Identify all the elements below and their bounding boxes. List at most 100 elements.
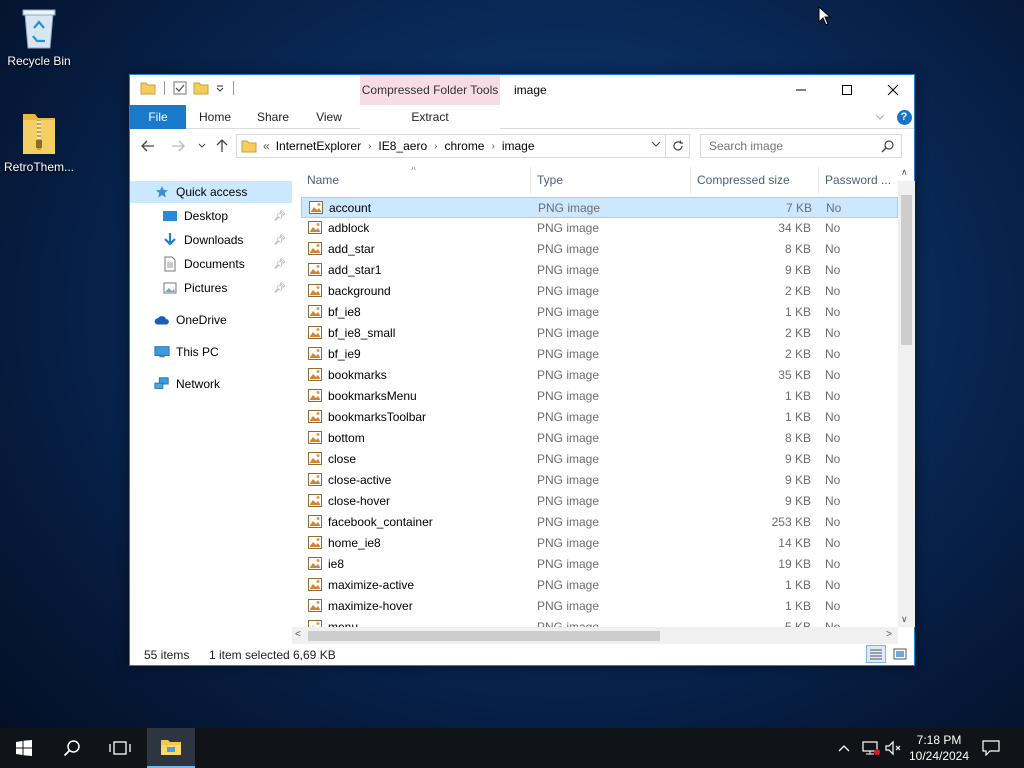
volume-tray-button[interactable] xyxy=(884,728,902,768)
nav-onedrive[interactable]: OneDrive xyxy=(130,309,292,331)
refresh-button[interactable] xyxy=(666,134,690,158)
retrotheme-zip-desktop-icon[interactable]: RetroThem... xyxy=(1,110,77,174)
tab-extract[interactable]: Extract xyxy=(360,105,500,129)
network-tray-button[interactable] xyxy=(862,728,880,768)
table-row[interactable]: bookmarksMenu PNG image 1 KB No xyxy=(301,386,898,407)
breadcrumb-internetexplorer[interactable]: InternetExplorer xyxy=(276,139,361,153)
nav-documents[interactable]: Documents 📌︎ xyxy=(130,253,292,275)
address-bar[interactable]: « InternetExplorer › IE8_aero › chrome ›… xyxy=(236,134,666,158)
nav-quick-access[interactable]: Quick access xyxy=(130,181,292,203)
table-row[interactable]: account PNG image 7 KB No xyxy=(301,197,898,218)
table-row[interactable]: bottom PNG image 8 KB No xyxy=(301,428,898,449)
scroll-left-icon[interactable]: < xyxy=(295,629,301,640)
vertical-scrollbar[interactable]: ∧ ∨ xyxy=(898,167,915,627)
minimize-button[interactable] xyxy=(778,75,824,105)
file-compressed-size: 19 KB xyxy=(778,557,811,571)
recycle-bin-desktop-icon[interactable]: Recycle Bin xyxy=(1,6,77,68)
table-row[interactable]: bookmarks PNG image 35 KB No xyxy=(301,365,898,386)
nav-pictures[interactable]: Pictures 📌︎ xyxy=(130,277,292,299)
up-button[interactable] xyxy=(212,136,232,156)
chevron-right-icon[interactable]: › xyxy=(434,141,437,152)
taskbar-clock[interactable]: 7:18 PM 10/24/2024 xyxy=(906,732,972,764)
tab-view[interactable]: View xyxy=(306,105,352,129)
table-row[interactable]: add_star PNG image 8 KB No xyxy=(301,239,898,260)
column-header-name[interactable]: ˄ Name xyxy=(301,167,531,193)
show-hidden-icons-button[interactable] xyxy=(838,728,850,768)
windows-logo-icon xyxy=(16,740,32,756)
table-row[interactable]: adblock PNG image 34 KB No xyxy=(301,218,898,239)
file-name: add_star xyxy=(328,242,375,256)
start-button[interactable] xyxy=(0,728,48,768)
address-dropdown-icon[interactable] xyxy=(651,139,661,149)
nav-this-pc[interactable]: This PC xyxy=(130,341,292,363)
file-rows: account PNG image 7 KB No adblock PNG image 34… xyxy=(301,197,901,627)
column-header-type[interactable]: Type xyxy=(531,167,691,193)
table-row[interactable]: ie8 PNG image 19 KB No xyxy=(301,554,898,575)
maximize-button[interactable] xyxy=(824,75,870,105)
table-row[interactable]: facebook_container PNG image 253 KB No xyxy=(301,512,898,533)
taskbar-search-button[interactable] xyxy=(48,728,96,768)
table-row[interactable]: home_ie8 PNG image 14 KB No xyxy=(301,533,898,554)
nav-desktop[interactable]: Desktop 📌︎ xyxy=(130,205,292,227)
pin-icon[interactable]: 📌︎ xyxy=(273,235,286,246)
column-label: Type xyxy=(537,173,564,187)
tab-share[interactable]: Share xyxy=(248,105,298,129)
scroll-thumb[interactable] xyxy=(308,631,660,641)
table-row[interactable]: bf_ie9 PNG image 2 KB No xyxy=(301,344,898,365)
scroll-up-icon[interactable]: ∧ xyxy=(901,167,908,178)
search-box[interactable] xyxy=(700,134,902,158)
scroll-right-icon[interactable]: > xyxy=(886,629,892,640)
file-compressed-size: 7 KB xyxy=(785,201,812,215)
file-password-protected: No xyxy=(825,578,841,592)
file-name: bf_ie9 xyxy=(328,347,361,361)
tab-file[interactable]: File xyxy=(130,105,186,129)
customize-qat-dropdown-icon[interactable] xyxy=(215,83,225,93)
details-view-button[interactable] xyxy=(866,645,886,663)
pin-icon[interactable]: 📌︎ xyxy=(273,283,286,294)
expand-ribbon-button[interactable] xyxy=(870,105,890,129)
help-button[interactable]: ? xyxy=(894,105,914,129)
new-folder-icon[interactable] xyxy=(193,81,209,95)
search-icon[interactable] xyxy=(881,139,895,153)
scroll-down-icon[interactable]: ∨ xyxy=(901,614,908,625)
back-button[interactable] xyxy=(138,136,158,156)
breadcrumb-ie8-aero[interactable]: IE8_aero xyxy=(378,139,427,153)
action-center-button[interactable] xyxy=(968,728,1014,768)
nav-network[interactable]: Network xyxy=(130,373,292,395)
table-row[interactable]: add_star1 PNG image 9 KB No xyxy=(301,260,898,281)
table-row[interactable]: maximize-hover PNG image 1 KB No xyxy=(301,596,898,617)
file-compressed-size: 253 KB xyxy=(771,515,811,529)
forward-button[interactable] xyxy=(168,136,188,156)
file-password-protected: No xyxy=(825,305,841,319)
table-row[interactable]: background PNG image 2 KB No xyxy=(301,281,898,302)
search-input[interactable] xyxy=(701,135,871,157)
column-header-password[interactable]: Password ... xyxy=(819,167,899,193)
nav-downloads[interactable]: Downloads 📌︎ xyxy=(130,229,292,251)
table-row[interactable]: maximize-active PNG image 1 KB No xyxy=(301,575,898,596)
chevron-right-icon[interactable]: › xyxy=(491,141,494,152)
large-icons-view-button[interactable] xyxy=(890,645,910,663)
close-button[interactable] xyxy=(870,75,916,105)
recent-locations-button[interactable] xyxy=(192,136,212,156)
table-row[interactable]: bf_ie8_small PNG image 2 KB No xyxy=(301,323,898,344)
pin-icon[interactable]: 📌︎ xyxy=(273,259,286,270)
table-row[interactable]: close PNG image 9 KB No xyxy=(301,449,898,470)
scroll-thumb[interactable] xyxy=(901,195,912,345)
chevron-right-icon[interactable]: › xyxy=(368,141,371,152)
task-view-button[interactable] xyxy=(96,728,144,768)
table-row[interactable]: close-hover PNG image 9 KB No xyxy=(301,491,898,512)
file-name: bookmarks xyxy=(328,368,387,382)
breadcrumb-image[interactable]: image xyxy=(502,139,535,153)
table-row[interactable]: close-active PNG image 9 KB No xyxy=(301,470,898,491)
properties-check-icon[interactable] xyxy=(173,81,187,95)
tab-home[interactable]: Home xyxy=(190,105,240,129)
breadcrumb-overflow[interactable]: « xyxy=(263,139,270,153)
table-row[interactable]: menu PNG image 5 KB No xyxy=(301,617,898,627)
file-explorer-taskbar-button[interactable] xyxy=(147,728,195,768)
table-row[interactable]: bf_ie8 PNG image 1 KB No xyxy=(301,302,898,323)
breadcrumb-chrome[interactable]: chrome xyxy=(444,139,484,153)
column-header-compressed-size[interactable]: Compressed size xyxy=(691,167,819,193)
pin-icon[interactable]: 📌︎ xyxy=(273,211,286,222)
table-row[interactable]: bookmarksToolbar PNG image 1 KB No xyxy=(301,407,898,428)
horizontal-scrollbar[interactable]: < > xyxy=(292,627,898,644)
